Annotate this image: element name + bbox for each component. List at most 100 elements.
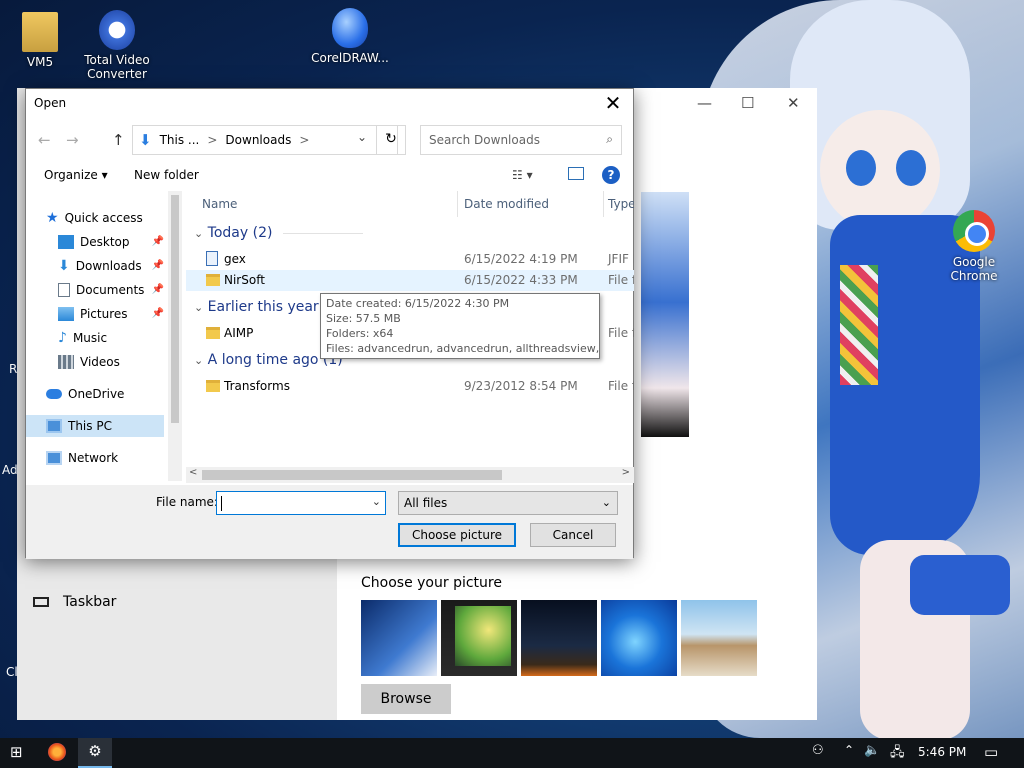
image-file-icon [206, 251, 218, 266]
breadcrumb-separator: > [299, 133, 310, 147]
sidebar-item-taskbar[interactable]: Taskbar [33, 594, 116, 610]
desktop-icon-google-chrome[interactable]: Google Chrome [934, 210, 1014, 283]
file-type: JFIF F [608, 252, 634, 266]
volume-icon[interactable]: 🔈 [864, 743, 880, 758]
wallpaper-band [910, 555, 1010, 615]
nav-item-videos[interactable]: Videos [58, 351, 166, 373]
folder-icon [206, 380, 220, 392]
nav-item-this-pc[interactable]: This PC [26, 415, 164, 437]
group-header[interactable]: ⌄ Today (2) [194, 225, 363, 241]
scroll-right-icon[interactable]: > [622, 467, 630, 478]
minimize-button[interactable]: — [697, 94, 712, 112]
choose-picture-button[interactable]: Choose picture [398, 523, 516, 547]
group-header[interactable]: ⌄ Earlier this year ( [194, 299, 329, 315]
firefox-icon[interactable] [48, 743, 66, 761]
file-row[interactable]: NirSoft 6/15/2022 4:33 PM File f [186, 270, 634, 291]
picture-icon [58, 307, 74, 321]
desktop-icon-label: VM5 [26, 55, 54, 69]
browse-button[interactable]: Browse [361, 684, 451, 714]
search-icon: ⌕ [606, 132, 613, 146]
breadcrumb-downloads[interactable]: Downloads [225, 133, 291, 147]
chevron-down-icon[interactable]: ⌄ [372, 495, 381, 508]
back-button[interactable]: ← [38, 131, 51, 149]
thumbnail-windows-anime[interactable] [361, 600, 437, 676]
address-dropdown[interactable]: ⌄ [357, 130, 367, 144]
edge-text: Cl [6, 665, 18, 679]
nav-item-desktop[interactable]: Desktop 📌 [58, 231, 166, 253]
column-type[interactable]: Type [604, 191, 634, 217]
wallpaper-eye-right [896, 150, 926, 186]
desktop-icon-total-video-converter[interactable]: Total Video Converter [77, 10, 157, 81]
scroll-left-icon[interactable]: < [189, 467, 197, 478]
scroll-thumb[interactable] [202, 470, 502, 480]
pin-icon: 📌 [151, 284, 164, 295]
view-options-button[interactable]: ☷ ▾ [512, 168, 533, 182]
notification-icon[interactable]: ▭ [984, 743, 998, 761]
tooltip-line: Folders: x64 [326, 327, 394, 340]
preview-pane-icon[interactable] [568, 167, 584, 180]
maximize-button[interactable]: ☐ [741, 94, 754, 112]
folder-icon [206, 274, 220, 286]
help-button[interactable]: ? [602, 166, 620, 184]
cancel-button[interactable]: Cancel [530, 523, 616, 547]
address-bar[interactable]: ⬇ This ... > Downloads > ⌄ [132, 125, 398, 155]
desktop-icon-vm5[interactable]: VM5 [0, 12, 80, 69]
file-name: Transforms [224, 379, 290, 393]
sidebar-item-label: Taskbar [63, 594, 117, 610]
settings-taskbar-icon[interactable]: ⚙ [78, 738, 112, 768]
gex-art [455, 606, 511, 666]
search-input[interactable]: Search Downloads ⌕ [420, 125, 622, 155]
column-date-modified[interactable]: Date modified [458, 191, 604, 217]
scroll-thumb[interactable] [171, 195, 179, 423]
breadcrumb-this-pc[interactable]: This ... [160, 133, 200, 147]
nav-item-pictures[interactable]: Pictures 📌 [58, 303, 166, 325]
desktop-icon-coreldraw[interactable]: CorelDRAW... [310, 8, 390, 65]
column-name[interactable]: Name [186, 191, 458, 217]
file-name-input[interactable]: ⌄ [216, 491, 386, 515]
nav-item-documents[interactable]: Documents 📌 [58, 279, 166, 301]
file-row[interactable]: Transforms 9/23/2012 8:54 PM File f [186, 376, 634, 397]
file-type: File f [608, 379, 634, 393]
nav-item-label: Documents [76, 283, 145, 297]
forward-button[interactable]: → [66, 131, 79, 149]
clock[interactable]: 5:46 PM [918, 745, 966, 759]
downloads-arrow-icon: ⬇ [139, 131, 152, 149]
horizontal-scrollbar[interactable]: < > [186, 467, 634, 483]
navigation-scrollbar[interactable] [168, 191, 182, 481]
nav-item-network[interactable]: Network [46, 447, 182, 469]
dialog-title: Open [34, 96, 67, 110]
download-icon: ⬇ [58, 258, 70, 274]
chevron-up-icon[interactable]: ⌃ [844, 743, 854, 757]
up-button[interactable]: ↑ [112, 131, 125, 149]
close-button[interactable]: ✕ [787, 94, 800, 112]
desktop-icon [58, 235, 74, 249]
pin-icon: 📌 [151, 308, 164, 319]
file-type-filter[interactable]: All files ⌄ [398, 491, 618, 515]
thumbnail-gex[interactable] [441, 600, 517, 676]
dialog-titlebar[interactable]: Open ✕ [26, 89, 633, 119]
text-caret [221, 496, 222, 511]
nav-item-downloads[interactable]: ⬇ Downloads 📌 [58, 255, 166, 277]
breadcrumb-separator: > [207, 133, 218, 147]
thumbnail-beach[interactable] [681, 600, 757, 676]
network-status-icon[interactable]: 🖧 [890, 743, 905, 765]
nav-item-music[interactable]: ♪ Music [58, 327, 166, 349]
nav-item-quick-access[interactable]: ★ Quick access [46, 207, 182, 229]
refresh-button[interactable]: ↻ [376, 125, 406, 155]
thumbnail-night-sky[interactable] [521, 600, 597, 676]
organize-button[interactable]: Organize ▾ [44, 168, 108, 182]
cloud-icon [46, 389, 62, 399]
desktop-icon-label: Total Video Converter [84, 53, 150, 81]
choose-picture-heading: Choose your picture [361, 575, 502, 591]
thumbnail-windows-blue[interactable] [601, 600, 677, 676]
file-date: 9/23/2012 8:54 PM [464, 379, 578, 393]
dialog-close-button[interactable]: ✕ [601, 91, 625, 115]
taskbar: ⊞ ⚙ ⚇ ⌃ 🔈 🖧 5:46 PM ▭ [0, 738, 1024, 768]
background-preview [641, 192, 689, 437]
chevron-down-icon: ⌄ [194, 354, 204, 367]
file-row[interactable]: gex 6/15/2022 4:19 PM JFIF F [186, 249, 634, 270]
people-icon[interactable]: ⚇ [812, 743, 824, 758]
start-button[interactable]: ⊞ [10, 743, 23, 761]
new-folder-button[interactable]: New folder [134, 168, 199, 182]
nav-item-onedrive[interactable]: OneDrive [46, 383, 182, 405]
